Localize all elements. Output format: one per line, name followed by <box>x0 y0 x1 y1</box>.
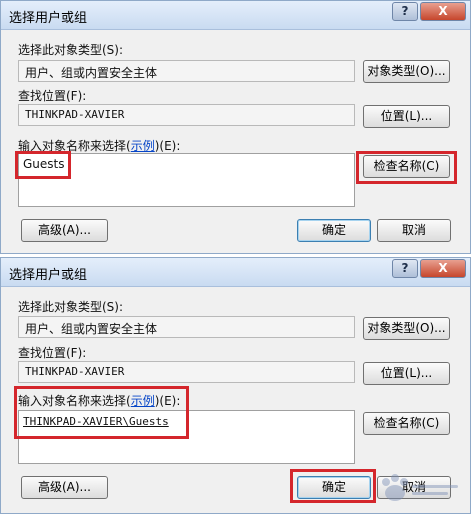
object-name-label-suffix: )(E): <box>154 139 181 153</box>
select-users-dialog-2: 选择用户或组 ? X 选择此对象类型(S): 用户、组或内置安全主体 对象类型(… <box>0 257 471 514</box>
object-name-label-prefix: 输入对象名称来选择( <box>18 394 131 408</box>
ok-button[interactable]: 确定 <box>297 219 371 242</box>
close-icon[interactable]: X <box>420 2 466 21</box>
help-icon[interactable]: ? <box>392 2 418 21</box>
advanced-button[interactable]: 高级(A)... <box>21 219 108 242</box>
check-names-button[interactable]: 检查名称(C) <box>363 412 450 435</box>
title-bar: 选择用户或组 ? X <box>1 258 470 287</box>
object-name-input[interactable]: THINKPAD-XAVIER\Guests <box>18 410 355 464</box>
help-icon[interactable]: ? <box>392 259 418 278</box>
object-name-label: 输入对象名称来选择(示例)(E): <box>18 137 180 154</box>
check-names-button[interactable]: 检查名称(C) <box>363 155 450 178</box>
object-types-button[interactable]: 对象类型(O)... <box>363 60 450 83</box>
title-bar: 选择用户或组 ? X <box>1 1 470 30</box>
location-label: 查找位置(F): <box>18 89 87 103</box>
locations-button[interactable]: 位置(L)... <box>363 362 450 385</box>
object-name-label-prefix: 输入对象名称来选择( <box>18 139 131 153</box>
dialog-title: 选择用户或组 <box>9 11 88 26</box>
object-name-value: THINKPAD-XAVIER\Guests <box>23 415 169 428</box>
object-name-value: Guests <box>23 157 65 171</box>
cancel-button[interactable]: 取消 <box>377 219 451 242</box>
object-name-input[interactable]: Guests <box>18 153 355 207</box>
watermark-paw-icon <box>382 474 458 501</box>
advanced-button[interactable]: 高级(A)... <box>21 476 108 499</box>
close-icon[interactable]: X <box>420 259 466 278</box>
examples-link[interactable]: 示例 <box>131 139 155 153</box>
object-type-label: 选择此对象类型(S): <box>18 300 124 314</box>
object-type-label: 选择此对象类型(S): <box>18 43 124 57</box>
select-users-dialog-1: 选择用户或组 ? X 选择此对象类型(S): 用户、组或内置安全主体 对象类型(… <box>0 0 471 254</box>
locations-button[interactable]: 位置(L)... <box>363 105 450 128</box>
object-type-field: 用户、组或内置安全主体 <box>18 316 355 338</box>
location-field: THINKPAD-XAVIER <box>18 104 355 126</box>
object-name-label: 输入对象名称来选择(示例)(E): <box>18 392 180 409</box>
examples-link[interactable]: 示例 <box>131 394 155 408</box>
dialog-title: 选择用户或组 <box>9 268 88 283</box>
object-types-button[interactable]: 对象类型(O)... <box>363 317 450 340</box>
ok-button[interactable]: 确定 <box>297 476 371 499</box>
object-type-field: 用户、组或内置安全主体 <box>18 60 355 82</box>
location-field: THINKPAD-XAVIER <box>18 361 355 383</box>
object-name-label-suffix: )(E): <box>154 394 181 408</box>
location-label: 查找位置(F): <box>18 346 87 360</box>
